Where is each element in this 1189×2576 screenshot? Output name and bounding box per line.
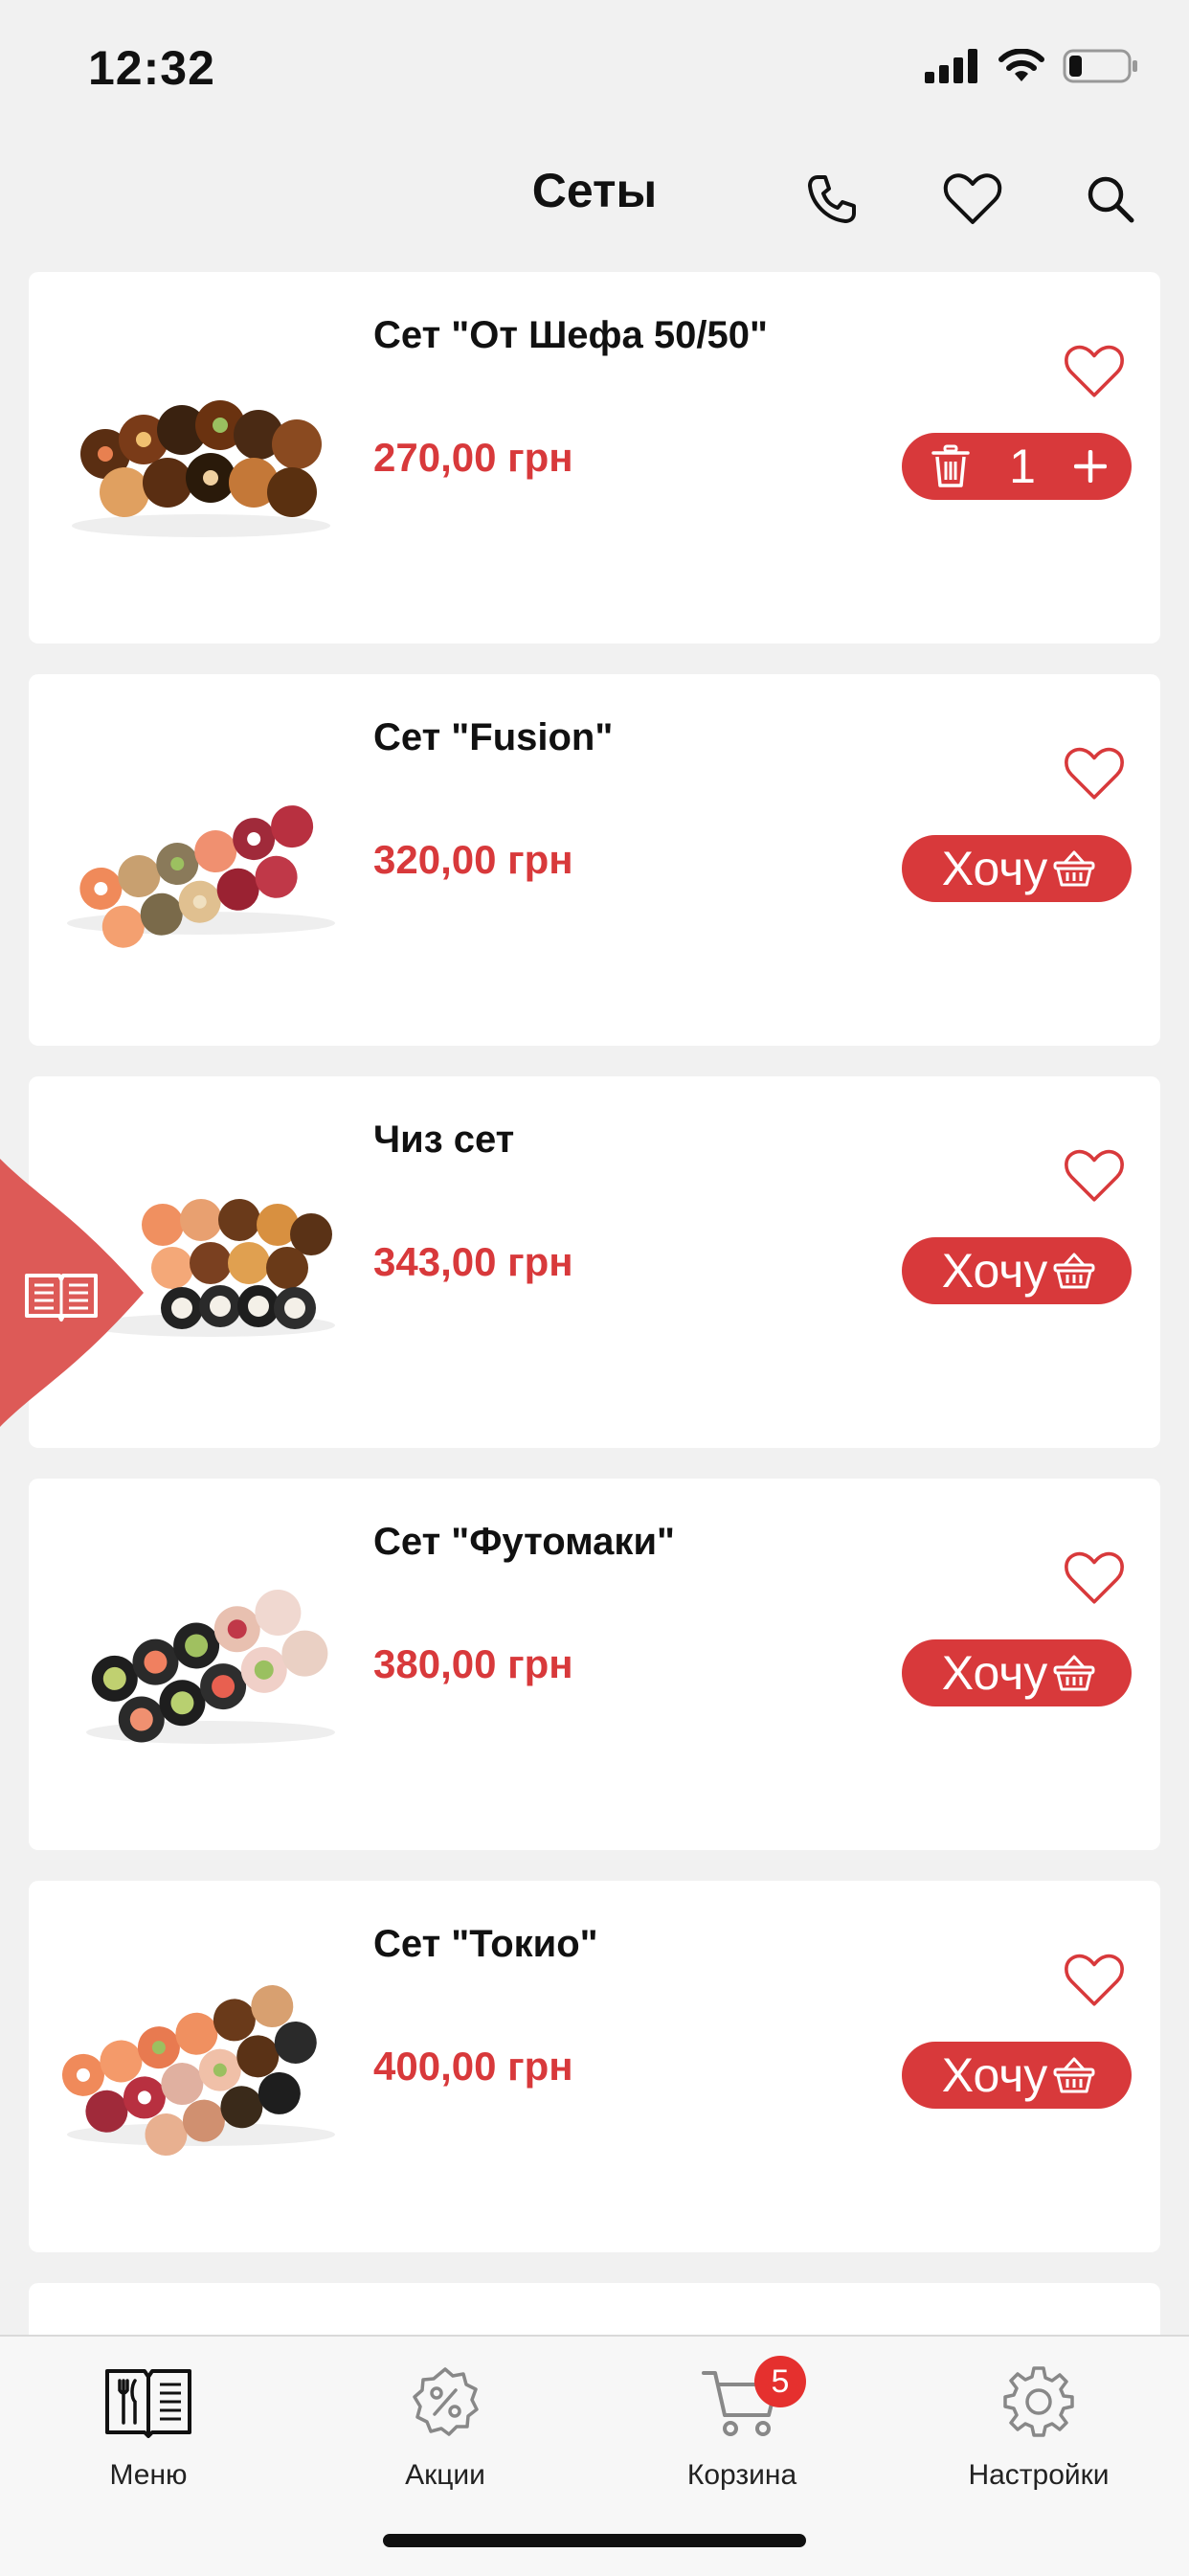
favorites-button[interactable] bbox=[934, 161, 1011, 237]
favorite-button[interactable] bbox=[1061, 743, 1128, 804]
favorite-button[interactable] bbox=[1061, 1548, 1128, 1609]
product-price: 320,00 грн bbox=[373, 837, 573, 882]
add-to-cart-button[interactable]: Хочу bbox=[902, 835, 1132, 902]
tab-settings-label: Настройки bbox=[968, 2459, 1110, 2491]
wifi-icon bbox=[998, 49, 1044, 81]
phone-icon bbox=[808, 175, 856, 223]
product-name: Чиз сет bbox=[373, 1119, 515, 1161]
tab-menu-label: Меню bbox=[109, 2459, 188, 2491]
product-image bbox=[72, 400, 330, 537]
basket-icon bbox=[1053, 1655, 1095, 1691]
search-icon bbox=[1088, 176, 1134, 223]
plus-icon[interactable] bbox=[1074, 450, 1107, 483]
product-card[interactable]: Сет "От Шефа 50/50" 270,00 грн 1 bbox=[29, 272, 1160, 644]
cart-count-badge: 5 bbox=[754, 2356, 806, 2407]
battery-icon bbox=[1063, 49, 1137, 83]
nav-bar: Сеты bbox=[0, 134, 1189, 259]
product-card[interactable]: Сет "Токио" 400,00 грн Хочу bbox=[29, 1881, 1160, 2252]
heart-icon bbox=[1065, 1149, 1124, 1202]
home-indicator bbox=[383, 2534, 806, 2547]
heart-icon bbox=[1065, 345, 1124, 397]
catalog-side-tab[interactable] bbox=[0, 1159, 153, 1427]
status-bar: 12:32 bbox=[0, 0, 1189, 134]
product-price: 343,00 грн bbox=[373, 1239, 573, 1284]
basket-icon bbox=[1053, 2057, 1095, 2093]
heart-icon bbox=[943, 173, 1002, 224]
product-card[interactable]: Чиз сет 343,00 грн Хочу bbox=[29, 1076, 1160, 1448]
phone-button[interactable] bbox=[793, 161, 869, 237]
favorite-button[interactable] bbox=[1061, 1145, 1128, 1207]
add-to-cart-label: Хочу bbox=[941, 1646, 1048, 1700]
quantity-value: 1 bbox=[1009, 440, 1036, 493]
gear-icon bbox=[1003, 2366, 1074, 2437]
basket-icon bbox=[1053, 850, 1095, 887]
add-to-cart-label: Хочу bbox=[941, 1244, 1048, 1298]
tab-menu[interactable]: Меню bbox=[0, 2354, 297, 2507]
add-to-cart-button[interactable]: Хочу bbox=[902, 1639, 1132, 1706]
tab-cart-label: Корзина bbox=[686, 2459, 797, 2491]
product-name: Сет "Токио" bbox=[373, 1923, 598, 1965]
favorite-button[interactable] bbox=[1061, 341, 1128, 402]
product-image bbox=[86, 1589, 335, 1744]
discount-icon bbox=[413, 2367, 479, 2436]
product-image bbox=[61, 1985, 335, 2157]
add-to-cart-button[interactable]: Хочу bbox=[902, 1237, 1132, 1304]
heart-icon bbox=[1065, 747, 1124, 800]
product-name: Сет "Fusion" bbox=[373, 716, 614, 758]
product-price: 400,00 грн bbox=[373, 2044, 573, 2089]
product-name: Сет "От Шефа 50/50" bbox=[373, 314, 768, 356]
quantity-stepper[interactable]: 1 bbox=[902, 433, 1132, 500]
trash-icon[interactable] bbox=[931, 444, 971, 488]
product-image bbox=[67, 805, 335, 948]
status-time: 12:32 bbox=[88, 41, 215, 95]
product-card[interactable]: Сет "Fusion" 320,00 грн Хочу bbox=[29, 674, 1160, 1046]
signal-icon bbox=[925, 49, 977, 83]
tab-promotions[interactable]: Акции bbox=[297, 2354, 594, 2507]
status-icons bbox=[925, 48, 1139, 84]
heart-icon bbox=[1065, 1954, 1124, 2006]
tab-promotions-label: Акции bbox=[405, 2459, 485, 2491]
search-button[interactable] bbox=[1072, 161, 1149, 237]
tab-cart[interactable]: 5 Корзина bbox=[594, 2354, 890, 2507]
product-name: Сет "Футомаки" bbox=[373, 1521, 675, 1563]
add-to-cart-label: Хочу bbox=[941, 2048, 1048, 2102]
product-card[interactable]: Сет "Футомаки" 380,00 грн Хочу bbox=[29, 1479, 1160, 1850]
tab-settings[interactable]: Настройки bbox=[890, 2354, 1187, 2507]
product-price: 270,00 грн bbox=[373, 435, 573, 480]
favorite-button[interactable] bbox=[1061, 1950, 1128, 2011]
add-to-cart-button[interactable]: Хочу bbox=[902, 2042, 1132, 2109]
heart-icon bbox=[1065, 1551, 1124, 1604]
basket-icon bbox=[1053, 1253, 1095, 1289]
menu-book-icon bbox=[105, 2369, 191, 2438]
product-price: 380,00 грн bbox=[373, 1641, 573, 1686]
add-to-cart-label: Хочу bbox=[941, 842, 1048, 895]
